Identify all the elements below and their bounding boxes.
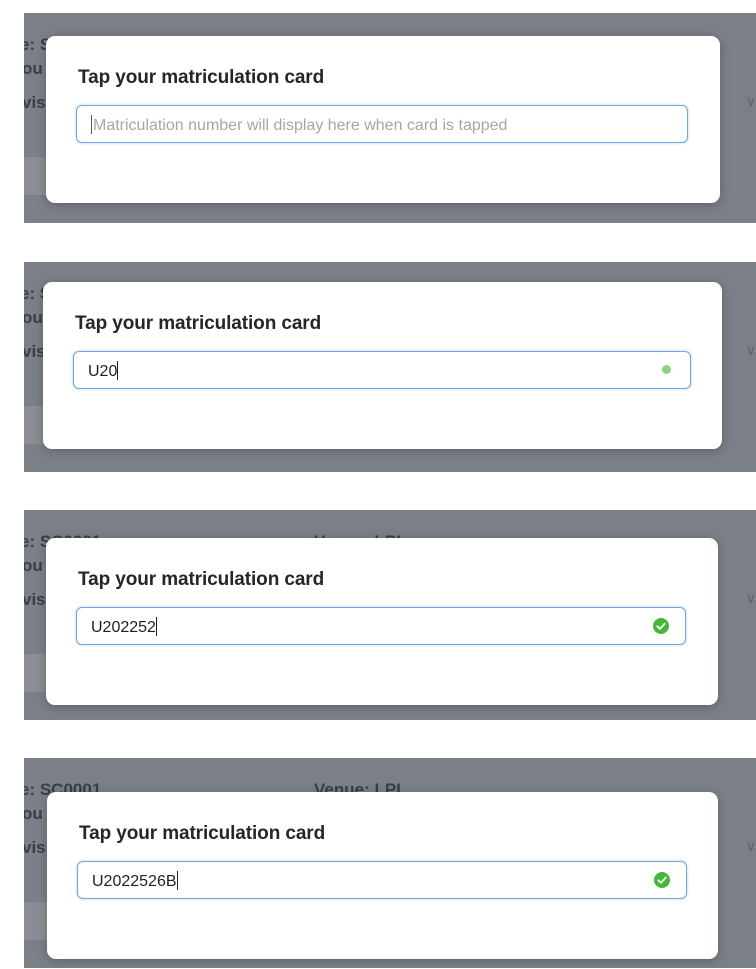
matriculation-input[interactable]: U2022526B <box>77 861 687 899</box>
text-caret <box>155 617 157 636</box>
bg-row3-fragment: vis <box>24 838 46 857</box>
text-caret <box>91 115 92 134</box>
tap-card-modal: Tap your matriculation card U20 <box>43 282 722 449</box>
bg-row3-fragment: vis <box>24 93 46 112</box>
text-caret <box>117 361 119 380</box>
chevron-down-icon: ∨ <box>745 838 756 854</box>
text-caret <box>176 871 178 890</box>
check-circle-icon <box>654 872 670 888</box>
bg-row2-fragment: ou <box>24 556 43 575</box>
screen-panel-3: e: SC0001 Venue: LPI ou vis ∨ Tap your m… <box>24 510 756 720</box>
chevron-down-icon: ∨ <box>745 93 756 109</box>
matriculation-input[interactable]: U202252 <box>76 607 686 645</box>
input-value: U202252 <box>91 619 156 636</box>
matriculation-input[interactable]: U20 <box>73 351 691 389</box>
input-placeholder: Matriculation number will display here w… <box>93 117 508 134</box>
input-value: U2022526B <box>92 873 177 890</box>
chevron-down-icon: ∨ <box>745 590 756 606</box>
matriculation-input[interactable]: Matriculation number will display here w… <box>76 105 688 143</box>
modal-title: Tap your matriculation card <box>78 569 325 590</box>
check-circle-icon <box>653 618 669 634</box>
check-circle-small-icon <box>662 365 671 374</box>
bg-row2-fragment: ou <box>24 804 43 823</box>
input-value: U20 <box>88 363 118 380</box>
tap-card-modal: Tap your matriculation card U202252 <box>46 538 718 705</box>
bg-row2-fragment: ou <box>24 59 43 78</box>
tap-card-modal: Tap your matriculation card Matriculatio… <box>46 36 720 203</box>
bg-row3-fragment: vis <box>24 590 46 609</box>
modal-title: Tap your matriculation card <box>75 313 322 334</box>
modal-title: Tap your matriculation card <box>78 67 325 88</box>
chevron-down-icon: ∨ <box>745 342 756 358</box>
screen-panel-4: e: SC0001 Venue: LPI ou vis ∨ Tap your m… <box>24 758 756 968</box>
modal-title: Tap your matriculation card <box>79 823 326 844</box>
screen-panel-1: e: SC0001 Venue: LPI ou vis ∨ Tap your m… <box>24 13 756 223</box>
screen-panel-2: e: SC0001 Venue: LPI ou vis ∨ Tap your m… <box>24 262 756 472</box>
bg-row2-fragment: ou <box>24 308 43 327</box>
tap-card-modal: Tap your matriculation card U2022526B <box>47 792 718 959</box>
